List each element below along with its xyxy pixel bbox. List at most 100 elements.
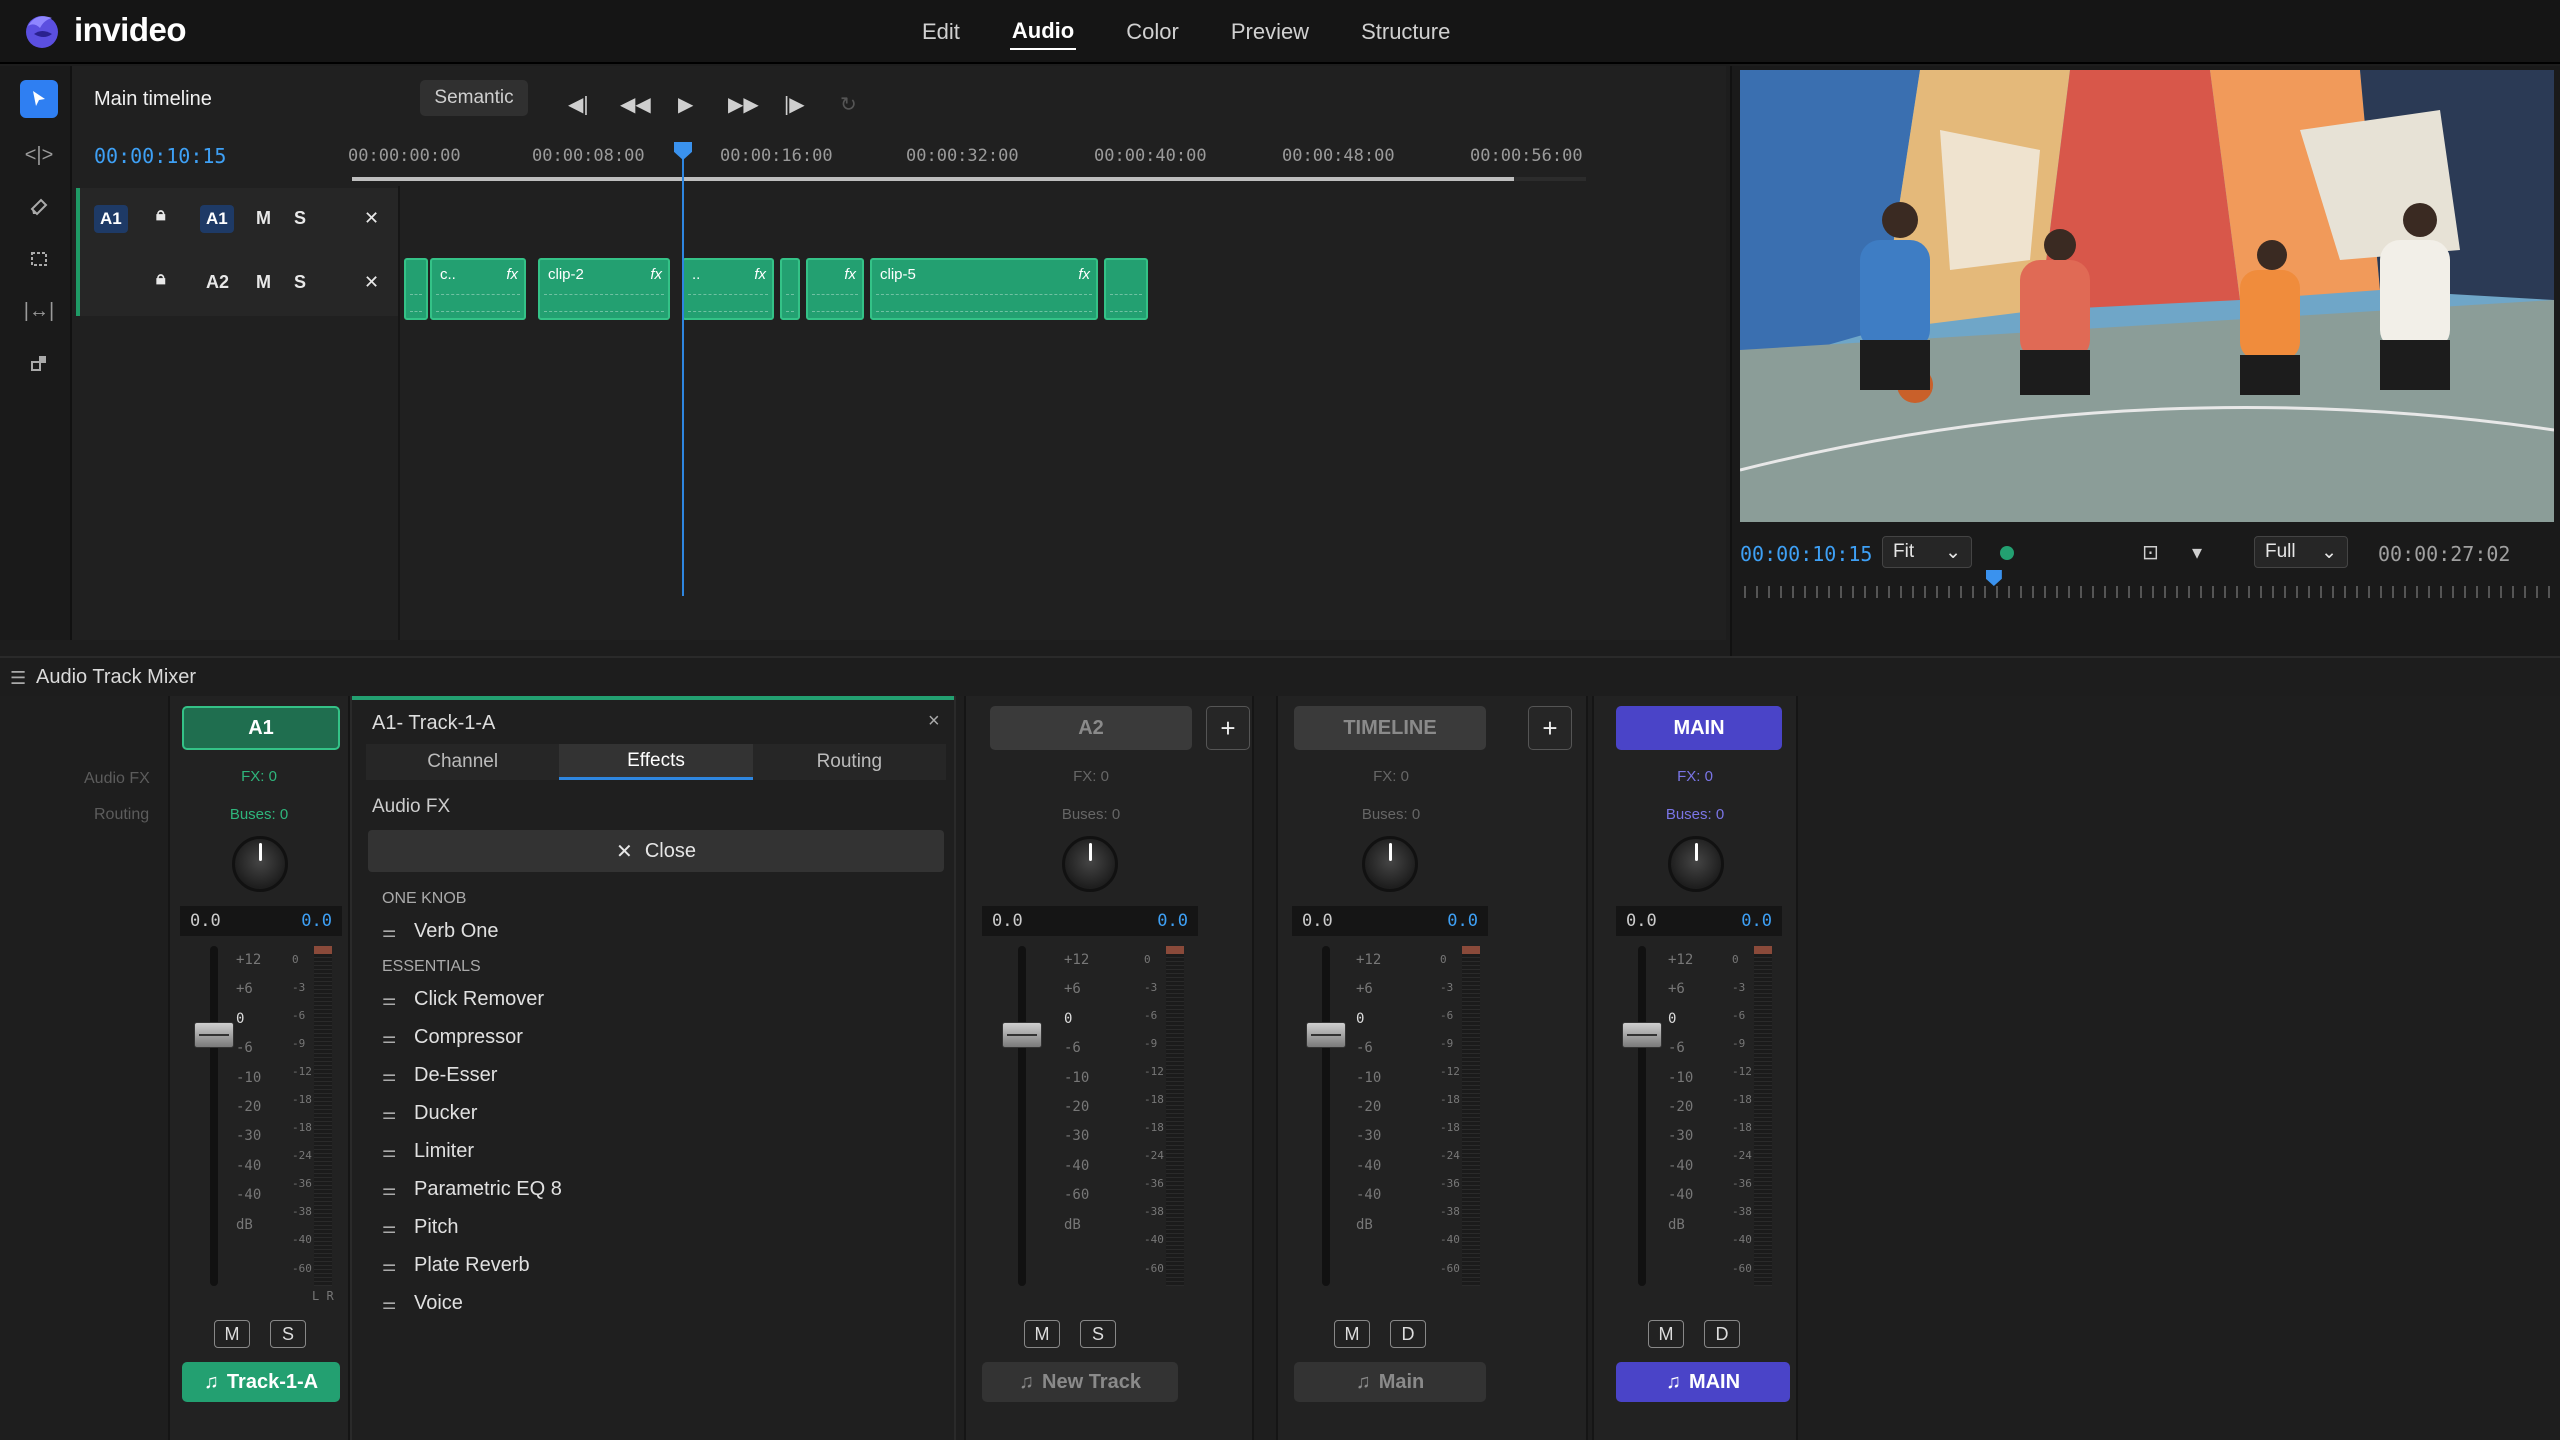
- strip-name-button[interactable]: MAIN: [1616, 706, 1782, 750]
- basketball-scene-image: [1740, 70, 2554, 522]
- clip[interactable]: c.. fx: [430, 258, 526, 320]
- clip[interactable]: fx: [806, 258, 864, 320]
- mute-button[interactable]: M: [256, 272, 271, 293]
- fx-item[interactable]: ⚌ Limiter: [382, 1140, 474, 1163]
- select-tool-icon[interactable]: [20, 80, 58, 118]
- tab-effects[interactable]: Effects: [559, 744, 753, 780]
- fx-item[interactable]: ⚌ Compressor: [382, 1026, 523, 1049]
- fader-handle[interactable]: [1002, 1022, 1042, 1048]
- playhead[interactable]: [682, 146, 684, 596]
- pan-knob[interactable]: [1062, 836, 1118, 892]
- lock-icon[interactable]: 🔒︎: [156, 268, 166, 289]
- mute-button[interactable]: M: [214, 1320, 250, 1348]
- pan-knob[interactable]: [1668, 836, 1724, 892]
- meter-scale: 0 -3 -6 -9 -12 -18 -18 -24 -36 -38 -40 -60: [1144, 953, 1164, 1275]
- clip[interactable]: clip-2 fx: [538, 258, 670, 320]
- lock-icon[interactable]: 🔒︎: [156, 204, 166, 225]
- fx-item[interactable]: ⚌ Pitch: [382, 1216, 458, 1239]
- track-label[interactable]: A1: [200, 205, 234, 233]
- mute-button[interactable]: M: [256, 208, 271, 229]
- loop-icon[interactable]: ↻: [840, 92, 857, 117]
- play-icon[interactable]: ▶: [678, 92, 693, 117]
- clip-fx-badge: fx: [506, 266, 518, 283]
- mute-button[interactable]: M: [1648, 1320, 1684, 1348]
- strip-name-button[interactable]: TIMELINE: [1294, 706, 1486, 750]
- dim-button[interactable]: D: [1390, 1320, 1426, 1348]
- marquee-tool-icon[interactable]: [20, 240, 58, 278]
- track-assign-button[interactable]: ♫ MAIN: [1616, 1362, 1790, 1402]
- clip-fx-badge: fx: [754, 266, 766, 283]
- rewind-icon[interactable]: ◀◀: [620, 92, 651, 117]
- ripple-tool-icon[interactable]: |↔|: [20, 292, 58, 330]
- fader-handle[interactable]: [1306, 1022, 1346, 1048]
- dim-button[interactable]: D: [1704, 1320, 1740, 1348]
- effects-panel-title: A1- Track-1-A: [372, 712, 496, 734]
- ruler-label: 00:00:48:00: [1282, 146, 1395, 166]
- add-bus-button[interactable]: +: [1528, 706, 1572, 750]
- mute-button[interactable]: M: [1024, 1320, 1060, 1348]
- mute-button[interactable]: M: [1334, 1320, 1370, 1348]
- solo-button[interactable]: S: [294, 208, 306, 229]
- fx-item[interactable]: ⚌ Click Remover: [382, 988, 544, 1011]
- clip[interactable]: [780, 258, 800, 320]
- track-tools-icon[interactable]: ✕: [364, 272, 379, 293]
- nav-edit[interactable]: Edit: [920, 15, 962, 49]
- fx-item[interactable]: ⚌ Verb One: [382, 920, 499, 943]
- fast-forward-icon[interactable]: ▶▶: [728, 92, 759, 117]
- solo-button[interactable]: S: [270, 1320, 306, 1348]
- add-bus-button[interactable]: +: [1206, 706, 1250, 750]
- close-icon: ✕: [616, 840, 633, 863]
- track-tools-icon[interactable]: ✕: [364, 208, 379, 229]
- main-nav: Edit Audio Color Preview Structure: [920, 0, 1452, 64]
- quality-dropdown[interactable]: Full ⌄: [2254, 536, 2348, 568]
- track-target-badge[interactable]: A1: [94, 205, 128, 233]
- link-tool-icon[interactable]: [20, 344, 58, 382]
- fader-handle[interactable]: [1622, 1022, 1662, 1048]
- safe-area-icon[interactable]: ⊡: [2142, 540, 2159, 565]
- nav-structure[interactable]: Structure: [1359, 15, 1452, 49]
- razor-tool-icon[interactable]: [20, 188, 58, 226]
- close-effects-button[interactable]: ✕ Close: [368, 830, 944, 872]
- sliders-icon: ⚌: [382, 1295, 397, 1313]
- level-meter: [314, 946, 332, 1286]
- fader-handle[interactable]: [194, 1022, 234, 1048]
- meter-scale: 0 -3 -6 -9 -12 -18 -18 -24 -36 -38 -40 -60: [292, 953, 312, 1275]
- semantic-mode-button[interactable]: Semantic: [420, 80, 528, 116]
- nav-color[interactable]: Color: [1124, 15, 1181, 49]
- pan-knob[interactable]: [232, 836, 288, 892]
- playhead-handle[interactable]: [674, 142, 692, 160]
- go-to-start-icon[interactable]: ◀|: [568, 92, 589, 117]
- app-logo[interactable]: invideo: [22, 10, 187, 50]
- nav-audio[interactable]: Audio: [1009, 14, 1077, 50]
- solo-button[interactable]: S: [1080, 1320, 1116, 1348]
- fx-item[interactable]: ⚌ De-Esser: [382, 1064, 497, 1087]
- fit-dropdown[interactable]: Fit ⌄: [1882, 536, 1972, 568]
- go-to-end-icon[interactable]: |▶: [784, 92, 805, 117]
- strip-name-button[interactable]: A1: [182, 706, 340, 750]
- clip[interactable]: [1104, 258, 1148, 320]
- clip[interactable]: [404, 258, 428, 320]
- level-readout: 0.0 0.0: [1292, 906, 1488, 936]
- track-assign-button[interactable]: ♫ New Track: [982, 1362, 1178, 1402]
- clip[interactable]: .. fx: [682, 258, 774, 320]
- tab-routing[interactable]: Routing: [753, 744, 946, 780]
- fx-item[interactable]: ⚌ Parametric EQ 8: [382, 1178, 562, 1201]
- fx-item[interactable]: ⚌ Plate Reverb: [382, 1254, 530, 1277]
- tab-channel[interactable]: Channel: [366, 744, 559, 780]
- clip-fx-badge: fx: [1078, 266, 1090, 283]
- fx-item[interactable]: ⚌ Ducker: [382, 1102, 477, 1125]
- clip[interactable]: clip-5 fx: [870, 258, 1098, 320]
- strip-name-button[interactable]: A2: [990, 706, 1192, 750]
- track-assign-button[interactable]: ♫ Main: [1294, 1362, 1486, 1402]
- trim-tool-icon[interactable]: <|>: [20, 136, 58, 174]
- nav-preview[interactable]: Preview: [1229, 15, 1311, 49]
- strip-fx-count: FX: 0: [1073, 768, 1109, 785]
- chevron-down-icon[interactable]: ▾: [2192, 540, 2202, 565]
- fx-item[interactable]: ⚌ Voice: [382, 1292, 463, 1315]
- track-label[interactable]: A2: [206, 272, 229, 293]
- track-assign-button[interactable]: ♫ Track-1-A: [182, 1362, 340, 1402]
- solo-button[interactable]: S: [294, 272, 306, 293]
- close-icon[interactable]: ×: [928, 710, 940, 733]
- preview-scrubber[interactable]: [1744, 578, 2550, 604]
- pan-knob[interactable]: [1362, 836, 1418, 892]
